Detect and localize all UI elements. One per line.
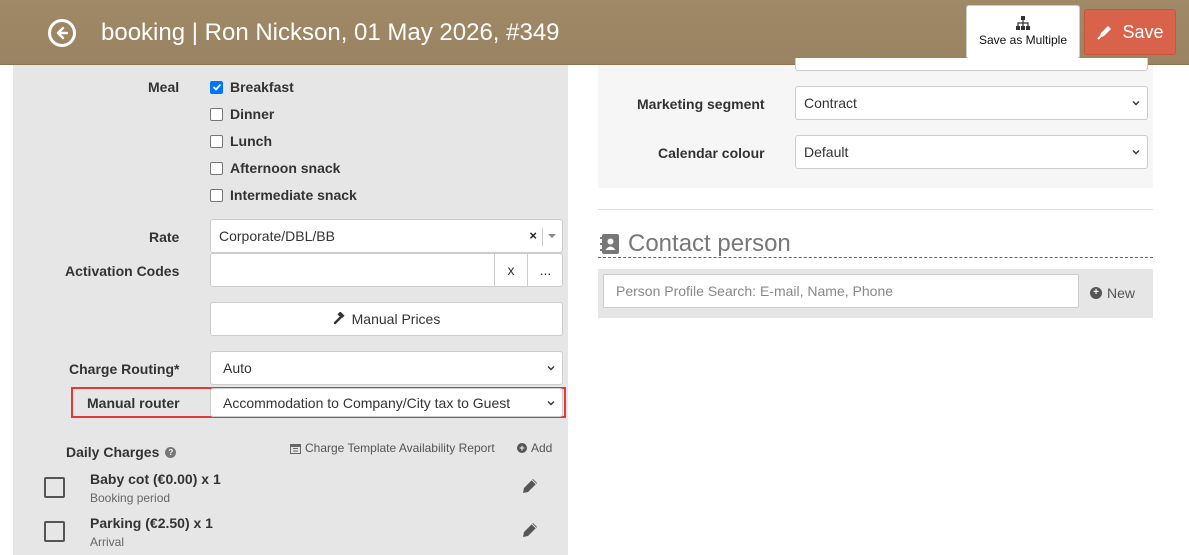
meal-option-label: Afternoon snack bbox=[230, 160, 341, 176]
person-profile-search-input[interactable]: Person Profile Search: E-mail, Name, Pho… bbox=[603, 274, 1079, 308]
calendar-colour-select[interactable]: Default bbox=[795, 135, 1148, 169]
sitemap-icon bbox=[1016, 16, 1030, 30]
charge-title: Parking (€2.50) x 1 bbox=[90, 515, 213, 531]
gavel-icon bbox=[333, 312, 345, 325]
activation-codes-label: Activation Codes bbox=[65, 263, 180, 279]
heading-underline bbox=[598, 257, 1153, 258]
chevron-down-icon bbox=[1132, 101, 1140, 106]
activation-codes-input[interactable]: x ... bbox=[210, 253, 563, 287]
daily-charges-heading: Daily Charges ? bbox=[66, 444, 177, 460]
charge-period: Booking period bbox=[90, 491, 171, 505]
meal-option-label: Breakfast bbox=[230, 79, 294, 95]
top-bar: booking | Ron Nickson, 01 May 2026, #349… bbox=[0, 0, 1189, 65]
meal-option-lunch[interactable]: Lunch bbox=[210, 132, 272, 150]
checkbox[interactable] bbox=[210, 107, 223, 121]
save-as-multiple-label: Save as Multiple bbox=[978, 33, 1068, 47]
charge-routing-value: Auto bbox=[223, 360, 252, 376]
meal-option-intermediate-snack[interactable]: Intermediate snack bbox=[210, 186, 357, 204]
marketing-segment-value: Contract bbox=[804, 95, 857, 111]
save-label: Save bbox=[1122, 21, 1164, 42]
calendar-colour-label: Calendar colour bbox=[658, 145, 765, 161]
manual-router-label: Manual router bbox=[87, 395, 180, 411]
contact-search-bar: Person Profile Search: E-mail, Name, Pho… bbox=[598, 269, 1153, 318]
chevron-down-icon bbox=[1132, 150, 1140, 155]
charge-period: Arrival bbox=[90, 535, 125, 549]
plus-circle-icon: + bbox=[1090, 287, 1102, 299]
new-contact-label: New bbox=[1107, 285, 1136, 301]
back-arrow-icon[interactable] bbox=[48, 19, 76, 47]
charge-title: Baby cot (€0.00) x 1 bbox=[90, 471, 221, 487]
contact-person-title: Contact person bbox=[628, 230, 791, 257]
clear-icon[interactable]: × bbox=[529, 228, 537, 243]
report-link-label: Charge Template Availability Report bbox=[305, 441, 495, 455]
charge-template-report-link[interactable]: Charge Template Availability Report bbox=[290, 441, 495, 455]
search-placeholder: Person Profile Search: E-mail, Name, Pho… bbox=[616, 283, 894, 299]
manual-router-select[interactable]: Accommodation to Company/City tax to Gue… bbox=[210, 388, 563, 417]
cropped-select[interactable] bbox=[795, 58, 1148, 71]
meal-option-label: Dinner bbox=[230, 106, 275, 122]
checkbox[interactable] bbox=[210, 161, 223, 175]
meal-option-breakfast[interactable]: Breakfast bbox=[210, 78, 294, 96]
manual-prices-label: Manual Prices bbox=[351, 311, 441, 327]
meal-option-label: Lunch bbox=[230, 133, 272, 149]
save-as-multiple-button[interactable]: Save as Multiple bbox=[966, 5, 1080, 59]
divider bbox=[542, 228, 543, 246]
contact-person-heading: Contact person bbox=[598, 230, 791, 258]
daily-charges-label: Daily Charges bbox=[66, 444, 160, 460]
section-divider bbox=[598, 209, 1153, 210]
rate-select[interactable]: Corporate/DBL/BB × bbox=[210, 219, 563, 253]
charge-routing-label: Charge Routing* bbox=[69, 361, 180, 377]
meal-label: Meal bbox=[148, 79, 180, 95]
charge-routing-select[interactable]: Auto bbox=[210, 351, 563, 385]
chevron-down-icon bbox=[547, 400, 555, 405]
caret-down-icon bbox=[548, 234, 556, 238]
plus-circle-icon: + bbox=[517, 443, 527, 453]
marketing-segment-select[interactable]: Contract bbox=[795, 86, 1148, 120]
add-charge-link[interactable]: + Add bbox=[517, 441, 552, 455]
address-book-icon bbox=[600, 234, 619, 254]
activation-clear-button[interactable]: x bbox=[494, 254, 527, 286]
checkbox-checked[interactable] bbox=[210, 80, 223, 94]
save-button[interactable]: Save bbox=[1084, 9, 1176, 55]
checkbox[interactable] bbox=[210, 188, 223, 202]
page-title: booking | Ron Nickson, 01 May 2026, #349 bbox=[101, 19, 560, 46]
calendar-icon bbox=[290, 443, 301, 454]
pencil-icon[interactable] bbox=[520, 520, 540, 540]
meal-option-label: Intermediate snack bbox=[230, 187, 357, 203]
rate-value: Corporate/DBL/BB bbox=[219, 228, 335, 244]
manual-prices-button[interactable]: Manual Prices bbox=[210, 302, 563, 336]
booking-options-panel bbox=[598, 65, 1153, 188]
new-contact-button[interactable]: + New bbox=[1090, 285, 1135, 301]
calendar-colour-value: Default bbox=[804, 144, 849, 160]
activation-more-button[interactable]: ... bbox=[527, 254, 563, 286]
marketing-segment-label: Marketing segment bbox=[637, 96, 765, 112]
meal-option-afternoon-snack[interactable]: Afternoon snack bbox=[210, 159, 340, 177]
manual-router-value: Accommodation to Company/City tax to Gue… bbox=[223, 394, 511, 411]
rate-label: Rate bbox=[149, 229, 180, 245]
charge-checkbox[interactable] bbox=[44, 521, 65, 542]
pencil-icon[interactable] bbox=[520, 476, 540, 496]
checkbox[interactable] bbox=[210, 134, 223, 148]
meal-option-dinner[interactable]: Dinner bbox=[210, 105, 274, 123]
help-icon[interactable]: ? bbox=[165, 446, 177, 458]
pen-icon bbox=[1097, 26, 1112, 40]
add-charge-label: Add bbox=[531, 441, 553, 455]
chevron-down-icon bbox=[547, 366, 555, 371]
charge-checkbox[interactable] bbox=[44, 477, 65, 498]
